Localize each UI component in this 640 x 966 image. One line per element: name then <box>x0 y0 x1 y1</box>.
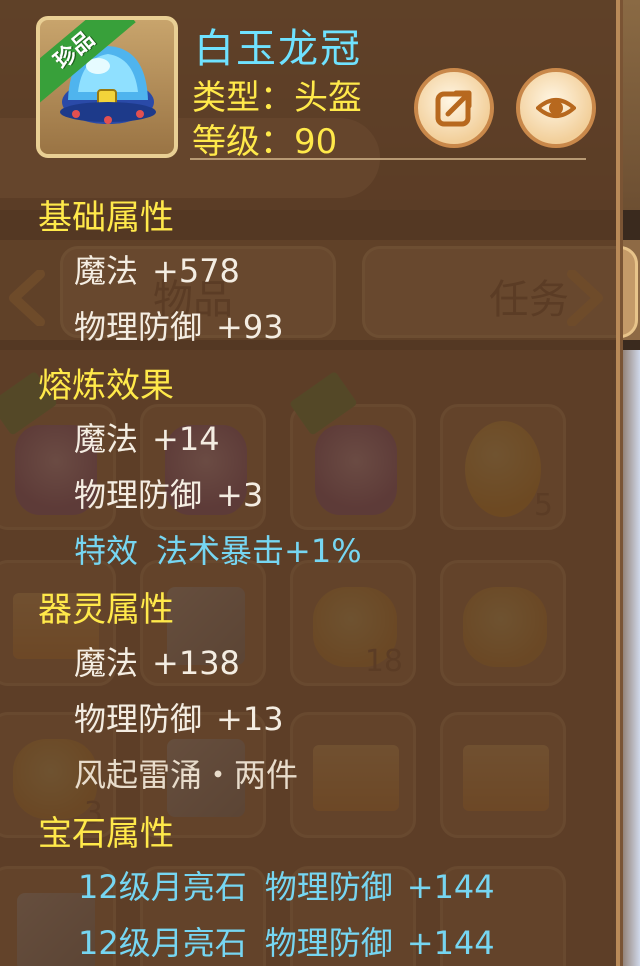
basic-attributes-title: 基础属性 <box>38 198 174 238</box>
stat-value: +138 <box>152 644 240 682</box>
eye-icon <box>536 98 576 118</box>
item-icon-frame: 珍品 <box>36 16 178 158</box>
stat-name: 物理防御 <box>74 476 203 514</box>
stat-name: 魔法 <box>74 252 139 290</box>
gem-value: +144 <box>406 868 495 906</box>
spirit-attributes-title: 器灵属性 <box>38 590 174 630</box>
spirit-stat-phys-def: 物理防御 +13 <box>74 694 284 740</box>
basic-stat-phys-def: 物理防御 +93 <box>74 302 284 348</box>
stat-name: 物理防御 <box>74 308 203 346</box>
refine-stat-phys-def: 物理防御 +3 <box>74 470 263 516</box>
stat-value: +14 <box>152 420 220 458</box>
header-divider <box>190 158 586 160</box>
view-button[interactable] <box>516 68 596 148</box>
gem-stat: 物理防御 <box>264 868 393 906</box>
basic-stat-magic: 魔法 +578 <box>74 246 240 292</box>
stat-value: +93 <box>216 308 284 346</box>
stat-value: +578 <box>152 252 240 290</box>
share-icon <box>435 90 472 127</box>
refine-stat-magic: 魔法 +14 <box>74 414 220 460</box>
item-name: 白玉龙冠 <box>194 26 362 72</box>
gem-line: 12级月亮石 物理防御 +144 <box>78 862 495 908</box>
stat-name: 魔法 <box>74 644 139 682</box>
refine-effects-title: 熔炼效果 <box>38 366 174 406</box>
gem-stat: 物理防御 <box>264 924 393 962</box>
gem-attributes-title: 宝石属性 <box>38 814 174 854</box>
gem-value: +144 <box>406 924 495 962</box>
special-value: 法术暴击+1% <box>156 532 362 570</box>
stat-value: +13 <box>216 700 284 738</box>
share-button[interactable] <box>414 68 494 148</box>
item-tooltip-panel: 珍品 白玉龙冠 类型：头盔 等级：90 基础属性 魔法 +578 物理防御 +93 … <box>0 0 620 966</box>
gem-line: 12级月亮石 物理防御 +144 <box>78 918 495 964</box>
refine-special-effect: 特效 法术暴击+1% <box>74 526 362 572</box>
special-label: 特效 <box>74 532 139 570</box>
spirit-stat-magic: 魔法 +138 <box>74 638 240 684</box>
stat-name: 魔法 <box>74 420 139 458</box>
gem-name: 12级月亮石 <box>78 868 247 906</box>
gem-name: 12级月亮石 <box>78 924 247 962</box>
item-level: 等级：90 <box>192 122 338 162</box>
spirit-set-bonus: 风起雷涌・两件 <box>74 756 299 794</box>
item-type: 类型：头盔 <box>192 78 362 118</box>
stat-name: 物理防御 <box>74 700 203 738</box>
stat-value: +3 <box>216 476 264 514</box>
